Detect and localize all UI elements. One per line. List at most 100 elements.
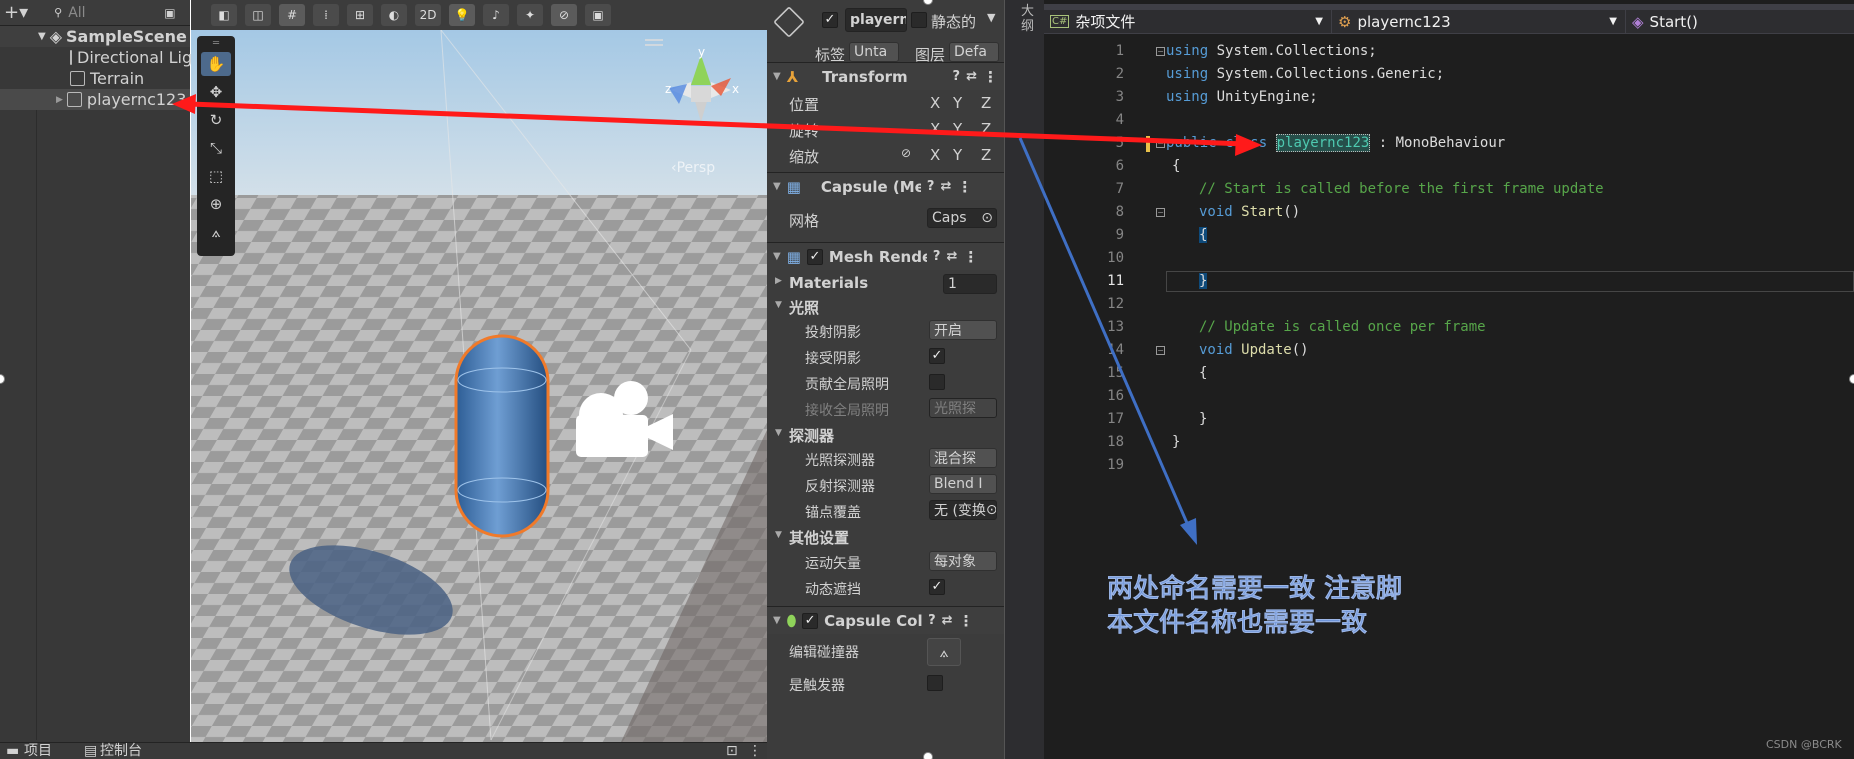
hierarchy-item[interactable]: Terrain bbox=[0, 68, 190, 89]
tab-console[interactable]: 控制台 bbox=[100, 743, 142, 759]
capsule-collider-header[interactable]: ▼ ⬮ ✓ Capsule Colli ? ⇄ ⋮ bbox=[767, 606, 1004, 634]
anchor-override-field[interactable]: 无 (变换 ⊙ bbox=[929, 500, 997, 520]
is-trigger-checkbox[interactable] bbox=[927, 675, 943, 691]
resize-handle[interactable] bbox=[923, 752, 933, 759]
expand-arrow-icon[interactable]: ▼ bbox=[773, 615, 781, 626]
lock-icon[interactable]: ⊡ bbox=[726, 743, 738, 759]
probes-section-label[interactable]: 探测器 bbox=[789, 425, 834, 446]
layer-dropdown[interactable]: Defa bbox=[949, 42, 999, 62]
cast-shadows-dropdown[interactable]: 开启 bbox=[929, 320, 997, 340]
hierarchy-item-selected[interactable]: ▶ playernc123 bbox=[0, 89, 190, 110]
static-dropdown-icon[interactable]: ▼ bbox=[987, 11, 995, 24]
resize-handle[interactable] bbox=[1849, 374, 1854, 384]
dynamic-occlusion-checkbox[interactable]: ✓ bbox=[929, 579, 945, 595]
contribute-gi-checkbox[interactable] bbox=[929, 374, 945, 390]
other-section-label[interactable]: 其他设置 bbox=[789, 527, 849, 548]
project-nav[interactable]: C# 杂项文件 ▼ bbox=[1044, 9, 1332, 34]
axis-x-label[interactable]: X bbox=[930, 120, 940, 138]
axis-y-label[interactable]: Y bbox=[953, 120, 962, 138]
audio-icon[interactable]: ♪ bbox=[483, 4, 509, 26]
component-menu-icon[interactable]: ⋮ bbox=[983, 68, 998, 86]
axis-x-label[interactable]: X bbox=[930, 146, 940, 164]
preset-icon[interactable]: ⇄ bbox=[942, 613, 953, 628]
motion-vectors-dropdown[interactable]: 每对象 bbox=[929, 551, 997, 571]
palette-handle-icon[interactable]: ═ bbox=[213, 39, 219, 49]
rotate-tool-icon[interactable]: ↻ bbox=[201, 108, 231, 132]
help-icon[interactable]: ? bbox=[928, 613, 936, 628]
render-mode-icon[interactable]: ◐ bbox=[381, 4, 407, 26]
expand-arrow-icon[interactable]: ▼ bbox=[773, 251, 781, 262]
chevron-down-icon[interactable]: ▼ bbox=[1609, 16, 1617, 27]
mesh-renderer-enabled-checkbox[interactable]: ✓ bbox=[806, 248, 823, 265]
expand-arrow-icon[interactable]: ▼ bbox=[38, 31, 46, 42]
edit-collider-button[interactable]: ⟑ bbox=[927, 638, 961, 666]
object-picker-icon[interactable]: ⊙ bbox=[986, 502, 996, 518]
tab-menu-icon[interactable]: ⋮ bbox=[748, 743, 762, 759]
expand-arrow-icon[interactable]: ▼ bbox=[775, 530, 782, 540]
axis-y-label[interactable]: Y bbox=[953, 94, 962, 112]
hierarchy-scrollbar[interactable] bbox=[36, 110, 37, 740]
object-name-field[interactable]: playern bbox=[845, 8, 907, 32]
materials-count-field[interactable]: 1 bbox=[943, 274, 997, 294]
static-checkbox[interactable] bbox=[911, 12, 927, 28]
hierarchy-search-input[interactable]: All bbox=[68, 5, 158, 21]
materials-label[interactable]: Materials bbox=[789, 274, 868, 292]
search-options-icon[interactable]: ▣ bbox=[164, 6, 175, 20]
lighting-icon[interactable]: 💡 bbox=[449, 4, 475, 26]
component-menu-icon[interactable]: ⋮ bbox=[959, 612, 974, 630]
light-probes-dropdown[interactable]: 混合探 bbox=[929, 448, 997, 468]
code-editor[interactable]: C# 杂项文件 ▼ ⚙ playernc123 ▼ ◈ Start() 1 2 … bbox=[1044, 0, 1854, 759]
code-area[interactable]: using System.Collections; using System.C… bbox=[1044, 43, 1854, 503]
axis-z-label[interactable]: Z bbox=[981, 94, 991, 112]
axis-z-label[interactable]: Z bbox=[981, 120, 991, 138]
custom-tool-icon[interactable]: ⟑ bbox=[201, 220, 231, 244]
help-icon[interactable]: ? bbox=[927, 179, 935, 194]
rect-tool-icon[interactable]: ⬚ bbox=[201, 164, 231, 188]
class-nav[interactable]: ⚙ playernc123 ▼ bbox=[1332, 9, 1626, 34]
help-icon[interactable]: ? bbox=[953, 69, 961, 84]
preset-icon[interactable]: ⇄ bbox=[946, 249, 957, 264]
reflection-probes-dropdown[interactable]: Blend I bbox=[929, 474, 997, 494]
hierarchy-item[interactable]: Directional Lig bbox=[0, 47, 192, 68]
scale-tool-icon[interactable]: ⤡ bbox=[201, 136, 231, 160]
tag-dropdown[interactable]: Unta bbox=[849, 42, 899, 62]
expand-arrow-icon[interactable]: ▼ bbox=[775, 428, 782, 438]
effects-icon[interactable]: ✦ bbox=[517, 4, 543, 26]
preset-icon[interactable]: ⇄ bbox=[966, 69, 977, 84]
axis-x-label[interactable]: X bbox=[930, 94, 940, 112]
active-checkbox[interactable]: ✓ bbox=[822, 12, 838, 28]
member-nav[interactable]: ◈ Start() bbox=[1626, 10, 1854, 34]
camera-icon[interactable]: ▣ bbox=[585, 4, 611, 26]
link-icon[interactable]: ⊘ bbox=[901, 146, 911, 160]
mesh-field[interactable]: Caps ⊙ bbox=[927, 208, 997, 228]
object-picker-icon[interactable]: ⊙ bbox=[981, 210, 993, 226]
component-menu-icon[interactable]: ⋮ bbox=[963, 248, 978, 266]
help-icon[interactable]: ? bbox=[933, 249, 941, 264]
expand-arrow-icon[interactable]: ▼ bbox=[775, 300, 782, 310]
visibility-icon[interactable]: ⊘ bbox=[551, 4, 577, 26]
ruler-icon[interactable]: ⊞ bbox=[347, 4, 373, 26]
expand-arrow-icon[interactable]: ▶ bbox=[56, 95, 63, 105]
expand-arrow-icon[interactable]: ▼ bbox=[773, 181, 781, 192]
grid-snap-icon[interactable]: # bbox=[279, 4, 305, 26]
transform-header[interactable]: ▼ ⅄ Transform ? ⇄ ⋮ bbox=[767, 62, 1004, 90]
axis-y-label[interactable]: Y bbox=[953, 146, 962, 164]
scene-view[interactable]: ◧ ◫ # ⁞ ⊞ ◐ 2D 💡 ♪ ✦ ⊘ ▣ ═ ✋ ✥ ↻ ⤡ ⬚ ⊕ ⟑… bbox=[191, 0, 767, 742]
cube-icon[interactable]: ◫ bbox=[245, 4, 271, 26]
lighting-section-label[interactable]: 光照 bbox=[789, 297, 819, 318]
axis-z-label[interactable]: Z bbox=[981, 146, 991, 164]
draw-mode-icon[interactable]: ◧ bbox=[211, 4, 237, 26]
expand-arrow-icon[interactable]: ▼ bbox=[773, 71, 781, 82]
move-tool-icon[interactable]: ✥ bbox=[201, 80, 231, 104]
receive-shadows-checkbox[interactable]: ✓ bbox=[929, 348, 945, 364]
collider-enabled-checkbox[interactable]: ✓ bbox=[802, 612, 819, 629]
mesh-filter-header[interactable]: ▼ ▦ Capsule (Me: ? ⇄ ⋮ bbox=[767, 172, 1004, 200]
chevron-down-icon[interactable]: ▼ bbox=[1315, 16, 1323, 27]
component-menu-icon[interactable]: ⋮ bbox=[957, 178, 972, 196]
expand-arrow-icon[interactable]: ▶ bbox=[775, 276, 782, 286]
tab-project[interactable]: 项目 bbox=[24, 743, 52, 759]
mode-2d-button[interactable]: 2D bbox=[415, 4, 441, 26]
transform-tool-icon[interactable]: ⊕ bbox=[201, 192, 231, 216]
hand-tool-icon[interactable]: ✋ bbox=[201, 52, 231, 76]
add-icon[interactable]: +▾ bbox=[4, 2, 28, 23]
